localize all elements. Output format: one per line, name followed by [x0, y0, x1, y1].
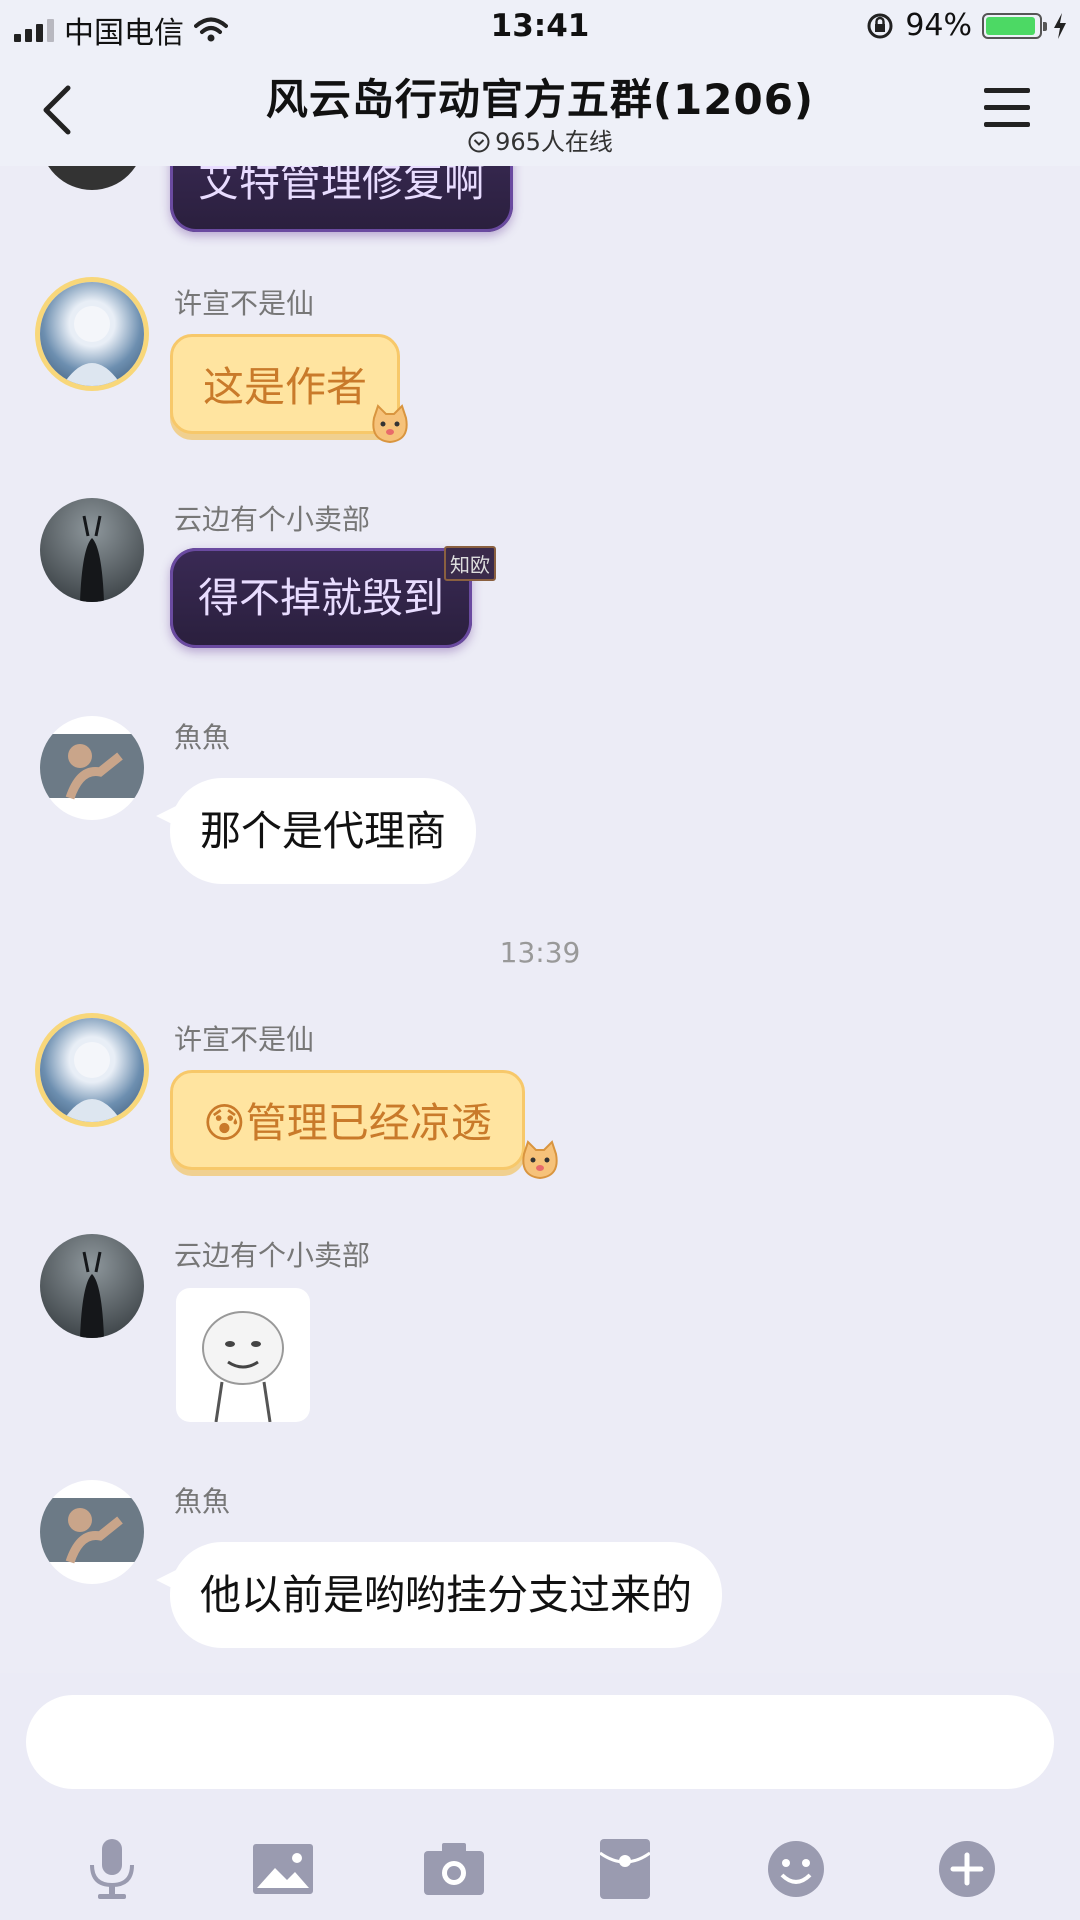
- avatar-image: [80, 515, 104, 602]
- avatar[interactable]: [40, 1018, 144, 1122]
- camera-icon[interactable]: [418, 1833, 490, 1905]
- image-glyph: [253, 1844, 313, 1894]
- message-bubble[interactable]: 😰管理已经凉透: [170, 1070, 525, 1170]
- menu-bar: [984, 122, 1030, 127]
- sticker-image[interactable]: [176, 1288, 310, 1422]
- microphone-icon[interactable]: [76, 1833, 148, 1905]
- status-bar: 中国电信 13:41 94%: [0, 0, 1080, 54]
- menu-bar: [984, 88, 1030, 93]
- avatar-image: [40, 1498, 144, 1564]
- avatar-image: [62, 1042, 122, 1122]
- sender-name: 魚魚: [174, 721, 231, 754]
- message-bubble[interactable]: 这是作者: [170, 334, 400, 434]
- battery-level: [986, 16, 1035, 35]
- chevron-down-circle-icon: [468, 131, 490, 153]
- plus-glyph: [939, 1841, 995, 1897]
- bubble-badge: 知欧: [444, 546, 496, 581]
- emoji-glyph: [768, 1841, 824, 1897]
- red-packet-glyph: [600, 1839, 650, 1899]
- chat-list[interactable]: 艾特管理修复啊 许宣不是仙 这是作者 云边有个小卖部 得不掉就毁到 知欧 魚魚 …: [0, 166, 1080, 1673]
- message-bubble[interactable]: 艾特管理修复啊: [170, 166, 513, 232]
- sender-name: 云边有个小卖部: [174, 1239, 371, 1272]
- avatar-image: [80, 1251, 104, 1338]
- menu-button[interactable]: [984, 88, 1030, 128]
- chat-header: 风云岛行动官方五群(1206) 965人在线: [0, 54, 1080, 166]
- avatar[interactable]: [40, 716, 144, 820]
- red-packet-icon[interactable]: [589, 1833, 661, 1905]
- avatar-image: [40, 734, 144, 800]
- rotation-lock-icon: [867, 13, 893, 38]
- microphone-glyph: [90, 1839, 134, 1899]
- battery-icon: [982, 12, 1047, 39]
- avatar-image: [62, 306, 122, 386]
- avatar[interactable]: [40, 166, 144, 190]
- time-separator: 13:39: [499, 936, 581, 969]
- avatar[interactable]: [40, 498, 144, 602]
- message-input[interactable]: [26, 1695, 1054, 1789]
- online-count: 965人在线: [0, 122, 1080, 157]
- sender-name: 魚魚: [174, 1485, 231, 1518]
- message-bubble[interactable]: 那个是代理商: [156, 778, 476, 884]
- avatar[interactable]: [40, 282, 144, 386]
- battery-percent: 94%: [905, 8, 972, 43]
- input-toolbar: [0, 1833, 1080, 1913]
- image-icon[interactable]: [247, 1833, 319, 1905]
- sender-name: 许宣不是仙: [174, 1023, 315, 1056]
- charging-icon: [1054, 12, 1066, 39]
- cat-icon: [522, 1140, 558, 1180]
- input-area: [0, 1673, 1080, 1920]
- status-right: 94%: [865, 8, 1068, 43]
- cat-icon: [372, 404, 408, 444]
- meme-face-icon: [202, 1311, 284, 1422]
- avatar[interactable]: [40, 1234, 144, 1338]
- plus-icon[interactable]: [931, 1833, 1003, 1905]
- avatar[interactable]: [40, 1480, 144, 1584]
- sender-name: 许宣不是仙: [174, 287, 315, 320]
- emoji-icon[interactable]: [760, 1833, 832, 1905]
- menu-bar: [984, 105, 1030, 110]
- page-title[interactable]: 风云岛行动官方五群(1206): [0, 66, 1080, 127]
- online-count-label: 965人在线: [495, 128, 613, 156]
- camera-glyph: [424, 1843, 484, 1895]
- message-bubble[interactable]: 得不掉就毁到: [170, 548, 472, 648]
- message-bubble[interactable]: 他以前是哟哟挂分支过来的: [156, 1542, 722, 1648]
- sender-name: 云边有个小卖部: [174, 503, 371, 536]
